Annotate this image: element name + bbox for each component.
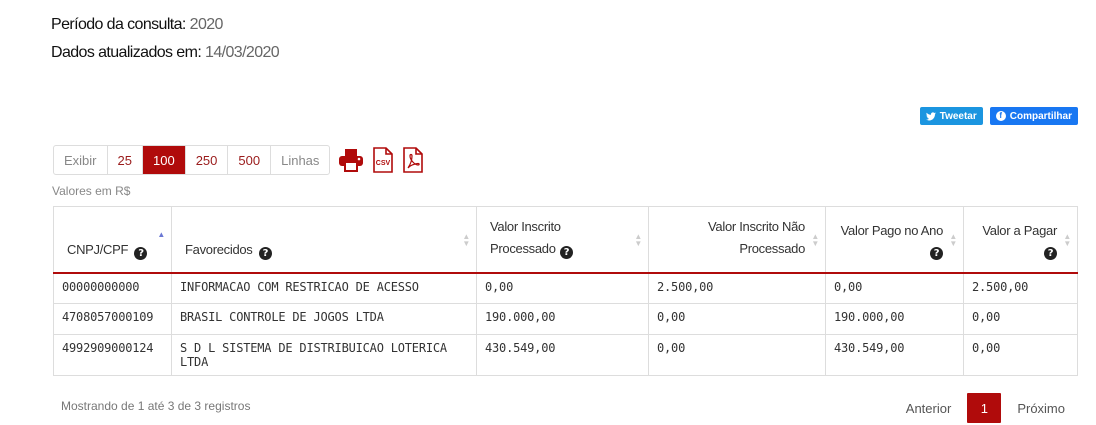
column-header-label: Valor Pago no Ano bbox=[840, 222, 944, 238]
column-header-label: Valor Inscrito Não Processado bbox=[708, 218, 805, 256]
cell-valor-pago-ano: 430.549,00 bbox=[825, 334, 964, 376]
column-header-label: Favorecidos bbox=[185, 241, 253, 257]
cell-valor-inscrito-nao-processado: 0,00 bbox=[648, 334, 826, 376]
update-date: Dados atualizados em: 14/03/2020 bbox=[51, 44, 280, 62]
pdf-icon[interactable] bbox=[402, 147, 424, 173]
column-header-valor-inscrito-nao-processado[interactable]: Valor Inscrito Não Processado ▲ ▼ bbox=[648, 206, 826, 274]
query-period-value: 2020 bbox=[189, 16, 224, 33]
cell-cnpj: 4992909000124 bbox=[53, 334, 172, 376]
page-button-current[interactable]: 1 bbox=[967, 393, 1002, 423]
page-length-selector: Exibir 25 100 250 500 Linhas bbox=[53, 145, 331, 175]
cell-valor-a-pagar: 0,00 bbox=[963, 303, 1078, 335]
next-page-button[interactable]: Próximo bbox=[1007, 401, 1075, 416]
previous-page-button[interactable]: Anterior bbox=[896, 401, 962, 416]
cell-valor-pago-ano: 190.000,00 bbox=[825, 303, 964, 335]
pagination: Anterior 1 Próximo bbox=[896, 393, 1075, 423]
sort-icon: ▲ ▼ bbox=[634, 232, 642, 248]
show-label: Exibir bbox=[54, 146, 108, 174]
table-header-row: CNPJ/CPF ? ▲ Favorecidos ? ▲ ▼ Valor Insc… bbox=[53, 206, 1078, 274]
query-period: Período da consulta: 2020 bbox=[51, 16, 223, 34]
table-row: 4992909000124 S D L SISTEMA DE DISTRIBUI… bbox=[53, 334, 1078, 376]
social-share-bar: Tweetar f Compartilhar bbox=[919, 107, 1078, 125]
cell-valor-inscrito-nao-processado: 2.500,00 bbox=[648, 272, 826, 304]
sort-icon: ▲ ▼ bbox=[949, 232, 957, 248]
column-header-valor-a-pagar[interactable]: Valor a Pagar ? ▲ ▼ bbox=[963, 206, 1078, 274]
table-row: 4708057000109 BRASIL CONTROLE DE JOGOS L… bbox=[53, 303, 1078, 335]
help-icon[interactable]: ? bbox=[134, 246, 148, 260]
sort-icon: ▲ ▼ bbox=[462, 232, 470, 248]
cell-cnpj: 4708057000109 bbox=[53, 303, 172, 335]
lines-label: Linhas bbox=[281, 152, 320, 168]
cell-favorecido: INFORMACAO COM RESTRICAO DE ACESSO bbox=[171, 272, 477, 304]
sort-icon: ▲ ▼ bbox=[1063, 232, 1071, 248]
cell-favorecido: S D L SISTEMA DE DISTRIBUICAO LOTERICA L… bbox=[171, 334, 477, 376]
help-icon[interactable]: ? bbox=[258, 246, 272, 260]
cell-valor-inscrito-processado: 430.549,00 bbox=[476, 334, 649, 376]
help-icon[interactable]: ? bbox=[930, 246, 943, 260]
tweet-label: Tweetar bbox=[939, 110, 977, 122]
table-info: Mostrando de 1 até 3 de 3 registros bbox=[61, 399, 251, 413]
column-header-favorecidos[interactable]: Favorecidos ? ▲ ▼ bbox=[171, 206, 477, 274]
page-length-option[interactable]: 250 bbox=[186, 146, 229, 174]
page-length-option[interactable]: 25 bbox=[108, 146, 143, 174]
csv-icon-label: CSV bbox=[376, 160, 391, 167]
query-period-label: Período da consulta: bbox=[51, 16, 186, 33]
table-row: 00000000000 INFORMACAO COM RESTRICAO DE … bbox=[53, 272, 1078, 304]
tweet-button[interactable]: Tweetar bbox=[919, 107, 983, 125]
help-icon[interactable]: ? bbox=[1044, 246, 1057, 260]
column-header-label: Valor Inscrito Processado bbox=[490, 218, 561, 256]
page-length-option-selected[interactable]: 100 bbox=[142, 146, 186, 174]
cell-valor-a-pagar: 0,00 bbox=[963, 334, 1078, 376]
currency-note: Valores em R$ bbox=[52, 184, 131, 198]
facebook-icon: f bbox=[995, 111, 1006, 121]
cell-valor-inscrito-processado: 0,00 bbox=[476, 272, 649, 304]
export-icons: CSV bbox=[338, 147, 424, 173]
cell-valor-pago-ano: 0,00 bbox=[825, 272, 964, 304]
column-header-label: CNPJ/CPF bbox=[67, 241, 129, 257]
cell-cnpj: 00000000000 bbox=[53, 272, 172, 304]
column-header-label: Valor a Pagar bbox=[982, 222, 1057, 238]
print-icon[interactable] bbox=[338, 148, 364, 172]
column-header-valor-inscrito-processado[interactable]: Valor Inscrito Processado? ▲ ▼ bbox=[476, 206, 649, 274]
update-date-label: Dados atualizados em: bbox=[51, 44, 202, 61]
share-label: Compartilhar bbox=[1009, 110, 1072, 122]
csv-icon[interactable]: CSV bbox=[372, 147, 394, 173]
column-header-cnpj[interactable]: CNPJ/CPF ? ▲ bbox=[53, 206, 172, 274]
update-date-value: 14/03/2020 bbox=[205, 44, 280, 61]
help-icon[interactable]: ? bbox=[560, 245, 573, 259]
cell-valor-inscrito-processado: 190.000,00 bbox=[476, 303, 649, 335]
favorecidos-table: CNPJ/CPF ? ▲ Favorecidos ? ▲ ▼ Valor Insc… bbox=[53, 206, 1078, 376]
sort-icon: ▲ bbox=[157, 230, 165, 239]
table-toolbar: Exibir 25 100 250 500 Linhas CSV bbox=[53, 145, 424, 175]
cell-valor-inscrito-nao-processado: 0,00 bbox=[648, 303, 826, 335]
twitter-icon bbox=[925, 111, 936, 120]
column-header-valor-pago-ano[interactable]: Valor Pago no Ano ? ▲ ▼ bbox=[825, 206, 964, 274]
cell-valor-a-pagar: 2.500,00 bbox=[963, 272, 1078, 304]
page-length-option[interactable]: 500 bbox=[228, 146, 272, 174]
share-button[interactable]: f Compartilhar bbox=[989, 107, 1078, 125]
sort-icon: ▲ ▼ bbox=[811, 232, 819, 248]
cell-favorecido: BRASIL CONTROLE DE JOGOS LTDA bbox=[171, 303, 477, 335]
